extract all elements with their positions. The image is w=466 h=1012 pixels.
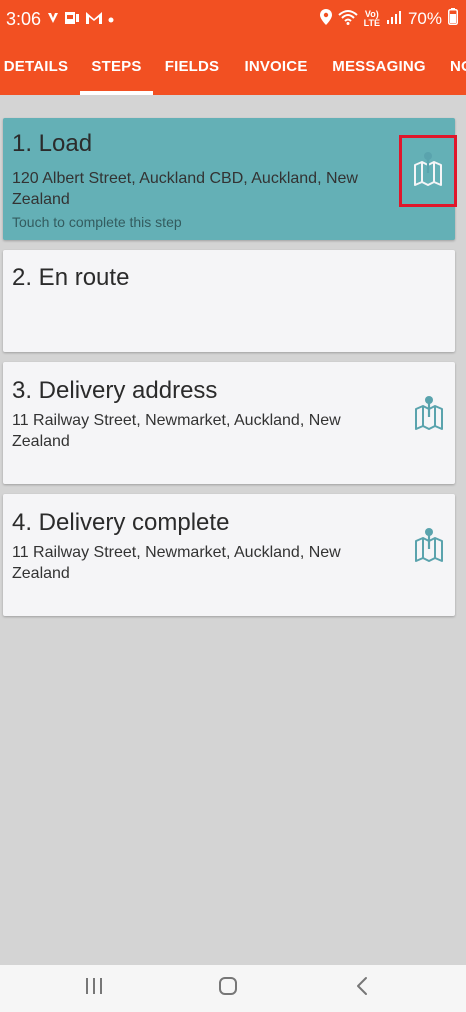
step-address: 11 Railway Street, Newmarket, Auckland, …: [12, 412, 341, 450]
notification-icons: [47, 10, 114, 29]
photo-icon: [64, 10, 80, 29]
home-button[interactable]: [208, 965, 248, 1012]
wifi-calling-icon: [337, 9, 358, 30]
map-button[interactable]: [409, 527, 449, 567]
step-title: 2. En route: [12, 264, 130, 291]
status-bar-left: 3:06: [6, 9, 114, 30]
dot-icon: [108, 12, 114, 26]
step-hint: Touch to complete this step: [12, 214, 182, 230]
step-card-delivery-address[interactable]: 3. Delivery address 11 Railway Street, N…: [3, 362, 455, 484]
step-title: 4. Delivery complete: [12, 509, 230, 536]
tab-steps[interactable]: STEPS: [80, 38, 153, 95]
step-card-load[interactable]: 1. Load 120 Albert Street, Auckland CBD,…: [3, 118, 457, 240]
status-bar-right: Vo) LTE 70%: [319, 8, 458, 30]
signal-icon: [386, 9, 402, 29]
battery-percent: 70%: [407, 9, 442, 28]
network-label-bottom: LTE: [363, 18, 380, 28]
battery-icon: [448, 8, 458, 30]
tab-notes-label: NO: [450, 58, 466, 75]
tab-invoice[interactable]: INVOICE: [236, 38, 316, 95]
home-icon: [218, 976, 238, 1001]
gmail-icon: [85, 11, 103, 28]
tab-fields-label: FIELDS: [164, 58, 220, 75]
system-nav-bar: [0, 965, 466, 1012]
tab-messaging[interactable]: MESSAGING: [328, 38, 430, 95]
network-label: Vo) LTE: [364, 10, 380, 28]
map-button[interactable]: [399, 135, 457, 207]
back-icon: [355, 976, 369, 1001]
recents-icon: [84, 977, 104, 1000]
tab-notes[interactable]: NO: [444, 38, 466, 95]
step-address: 120 Albert Street, Auckland CBD, Aucklan…: [12, 170, 358, 208]
tab-messaging-label: MESSAGING: [332, 58, 426, 75]
messenger-icon: [47, 12, 59, 27]
step-card-delivery-complete[interactable]: 4. Delivery complete 11 Railway Street, …: [3, 494, 455, 616]
step-title: 3. Delivery address: [12, 377, 218, 404]
tab-steps-label: STEPS: [91, 58, 142, 75]
back-button[interactable]: [342, 965, 382, 1012]
tab-bar: DETAILS STEPS FIELDS INVOICE MESSAGING N…: [0, 38, 466, 95]
status-time: 3:06: [6, 8, 42, 29]
tab-invoice-label: INVOICE: [244, 58, 308, 75]
tab-details-label: DETAILS: [3, 58, 69, 75]
map-icon: [413, 151, 443, 192]
status-bar: 3:06 Vo) LTE 70%: [0, 0, 466, 38]
tab-details[interactable]: DETAILS: [0, 38, 72, 95]
tab-fields[interactable]: FIELDS: [160, 38, 224, 95]
step-address: 11 Railway Street, Newmarket, Auckland, …: [12, 544, 341, 582]
recents-button[interactable]: [74, 965, 114, 1012]
map-icon: [414, 527, 444, 568]
steps-list: 1. Load 120 Albert Street, Auckland CBD,…: [0, 95, 466, 965]
step-card-en-route[interactable]: 2. En route: [3, 250, 455, 352]
location-icon: [319, 8, 332, 30]
map-icon: [414, 395, 444, 436]
map-button[interactable]: [409, 395, 449, 435]
step-title: 1. Load: [12, 130, 93, 157]
